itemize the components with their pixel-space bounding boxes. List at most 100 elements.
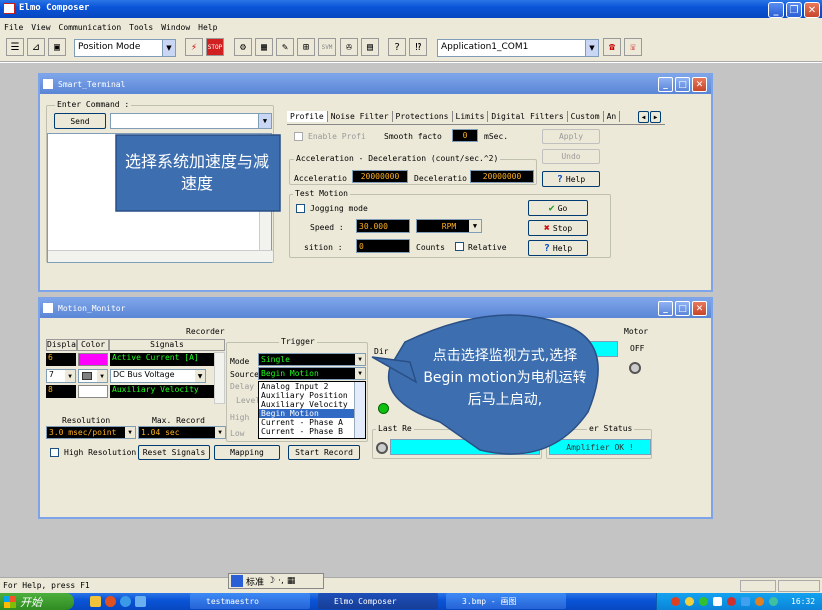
speed-unit-select[interactable]: RPM ▼ <box>416 219 482 233</box>
taskbar-item-paint[interactable]: 3.bmp - 画图 <box>446 593 566 609</box>
quicklaunch-icon-4[interactable] <box>135 596 146 607</box>
restore-icon[interactable]: ❐ <box>786 2 802 18</box>
stop-icon[interactable]: STOP <box>206 38 224 56</box>
ime-bar[interactable]: 标准 ☽ ·, ▦ <box>228 573 324 589</box>
minimize-icon[interactable]: _ <box>658 77 673 92</box>
list-item[interactable]: Auxiliary Position <box>259 391 365 400</box>
help-button[interactable]: ? Help <box>542 171 600 187</box>
go-button[interactable]: ✔ Go <box>528 200 588 216</box>
reset-signals-button[interactable]: Reset Signals <box>138 445 210 460</box>
mapping-button[interactable]: Mapping <box>214 445 280 460</box>
table-row[interactable]: 6 Active Current [A] <box>46 353 222 366</box>
tool-icon-3[interactable]: ✎ <box>276 38 294 56</box>
jogging-checkbox[interactable] <box>296 204 305 213</box>
tool-icon-1[interactable]: ⚙ <box>234 38 252 56</box>
tool-icon-4[interactable]: ⊞ <box>297 38 315 56</box>
trigger-source-select[interactable]: Begin Motion ▼ <box>258 367 366 380</box>
tray-icon-4[interactable] <box>713 597 722 606</box>
window-icon[interactable]: ▣ <box>48 38 66 56</box>
chevron-down-icon[interactable]: ▼ <box>258 114 271 128</box>
command-input[interactable]: ▼ <box>110 113 272 129</box>
menu-file[interactable]: File <box>4 23 23 32</box>
chevron-down-icon[interactable]: ▼ <box>355 354 365 365</box>
chevron-down-icon[interactable]: ▼ <box>215 427 225 438</box>
recorder-scrollbar[interactable] <box>214 352 225 404</box>
chevron-down-icon[interactable]: ▼ <box>162 40 175 56</box>
row-signal[interactable]: Auxiliary Velocity <box>110 385 222 398</box>
table-row[interactable]: 8 Auxiliary Velocity <box>46 385 222 398</box>
close-icon[interactable]: ✕ <box>692 301 707 316</box>
accel-input[interactable]: 20000000 <box>352 170 408 183</box>
source-dropdown-list[interactable]: Analog Input 2 Auxiliary Position Auxili… <box>258 381 366 439</box>
max-record-select[interactable]: 1.04 sec ▼ <box>138 426 226 439</box>
tab-digital-filters[interactable]: Digital Filters <box>488 111 568 122</box>
taskbar-item-testmaestro[interactable]: testmaestro <box>190 593 310 609</box>
tab-profile[interactable]: Profile <box>287 111 328 122</box>
chevron-down-icon[interactable]: ▼ <box>65 370 75 382</box>
list-item-selected[interactable]: Begin Motion <box>259 409 365 418</box>
context-help-icon[interactable]: ⁉ <box>409 38 427 56</box>
keyboard-icon[interactable]: ▦ <box>287 576 296 586</box>
chevron-down-icon[interactable]: ▼ <box>469 220 481 232</box>
punct-icon[interactable]: ·, <box>278 576 284 586</box>
tray-icon-8[interactable] <box>769 597 778 606</box>
connection-select[interactable]: Application1_COM1 ▼ <box>437 39 599 57</box>
maximize-icon[interactable]: □ <box>675 301 690 316</box>
help-button-2[interactable]: ? Help <box>528 240 588 256</box>
quicklaunch-icon-2[interactable] <box>105 596 116 607</box>
row-color-select[interactable]: ▼ <box>78 369 108 383</box>
chevron-down-icon[interactable]: ▼ <box>585 40 598 56</box>
quicklaunch-icon-1[interactable] <box>90 596 101 607</box>
menu-window[interactable]: Window <box>161 23 190 32</box>
tab-limits[interactable]: Limits <box>453 111 489 122</box>
menu-tools[interactable]: Tools <box>129 23 153 32</box>
tray-icon-3[interactable] <box>699 597 708 606</box>
close-icon[interactable]: ✕ <box>692 77 707 92</box>
smooth-factor-input[interactable]: 0 <box>452 129 478 142</box>
list-icon[interactable]: ☰ <box>6 38 24 56</box>
row-color-swatch[interactable] <box>78 353 108 366</box>
decel-input[interactable]: 20000000 <box>470 170 534 183</box>
minimize-icon[interactable]: _ <box>768 2 784 18</box>
resolution-select[interactable]: 3.0 msec/point ▼ <box>46 426 136 439</box>
ime-mode[interactable]: 标准 <box>246 575 264 588</box>
list-item[interactable]: Analog Input 2 <box>259 382 365 391</box>
table-row[interactable]: 7 ▼ ▼ DC Bus Voltage ▼ <box>46 369 222 383</box>
position-input[interactable]: 0 <box>356 239 410 253</box>
connect-icon[interactable]: ☎ <box>603 38 621 56</box>
tool-icon-5[interactable]: ✇ <box>340 38 358 56</box>
maximize-icon[interactable]: □ <box>675 77 690 92</box>
speed-input[interactable]: 30.000 <box>356 219 410 233</box>
disconnect-icon[interactable]: ☏ <box>624 38 642 56</box>
chevron-down-icon[interactable]: ▼ <box>355 368 365 379</box>
enable-profile-checkbox[interactable] <box>294 132 303 141</box>
trigger-mode-select[interactable]: Single ▼ <box>258 353 366 366</box>
quicklaunch-icon-3[interactable] <box>120 596 131 607</box>
menu-help[interactable]: Help <box>198 23 217 32</box>
svm-icon[interactable]: SVM <box>318 38 336 56</box>
chevron-down-icon[interactable]: ▼ <box>195 370 205 382</box>
close-icon[interactable]: ✕ <box>804 2 820 18</box>
chevron-down-icon[interactable]: ▼ <box>125 427 135 438</box>
row-signal[interactable]: Active Current [A] <box>110 353 222 366</box>
help-icon[interactable]: ? <box>388 38 406 56</box>
scrollbar-horizontal[interactable] <box>48 250 273 262</box>
row-signal-select[interactable]: DC Bus Voltage ▼ <box>110 369 206 383</box>
moon-icon[interactable]: ☽ <box>267 576 275 586</box>
apply-button[interactable]: Apply <box>542 129 600 144</box>
stop-button[interactable]: ✖ Stop <box>528 220 588 236</box>
chevron-down-icon[interactable]: ▼ <box>97 370 107 382</box>
list-item[interactable]: Current - Phase A <box>259 418 365 427</box>
tab-noise-filter[interactable]: Noise Filter <box>328 111 393 122</box>
mode-select[interactable]: Position Mode ▼ <box>74 39 176 57</box>
tab-scroll-left[interactable]: ◀ <box>638 111 649 123</box>
row-display[interactable]: 8 <box>46 385 76 398</box>
list-item[interactable]: Current - Phase B <box>259 427 365 436</box>
list-item[interactable]: Auxiliary Velocity <box>259 400 365 409</box>
high-resolution-checkbox[interactable] <box>50 448 59 457</box>
tool-icon-6[interactable]: ▤ <box>361 38 379 56</box>
tray-icon-1[interactable] <box>671 597 680 606</box>
relative-checkbox[interactable] <box>455 242 464 251</box>
tray-icon-5[interactable] <box>727 597 736 606</box>
undo-button[interactable]: Undo <box>542 149 600 164</box>
